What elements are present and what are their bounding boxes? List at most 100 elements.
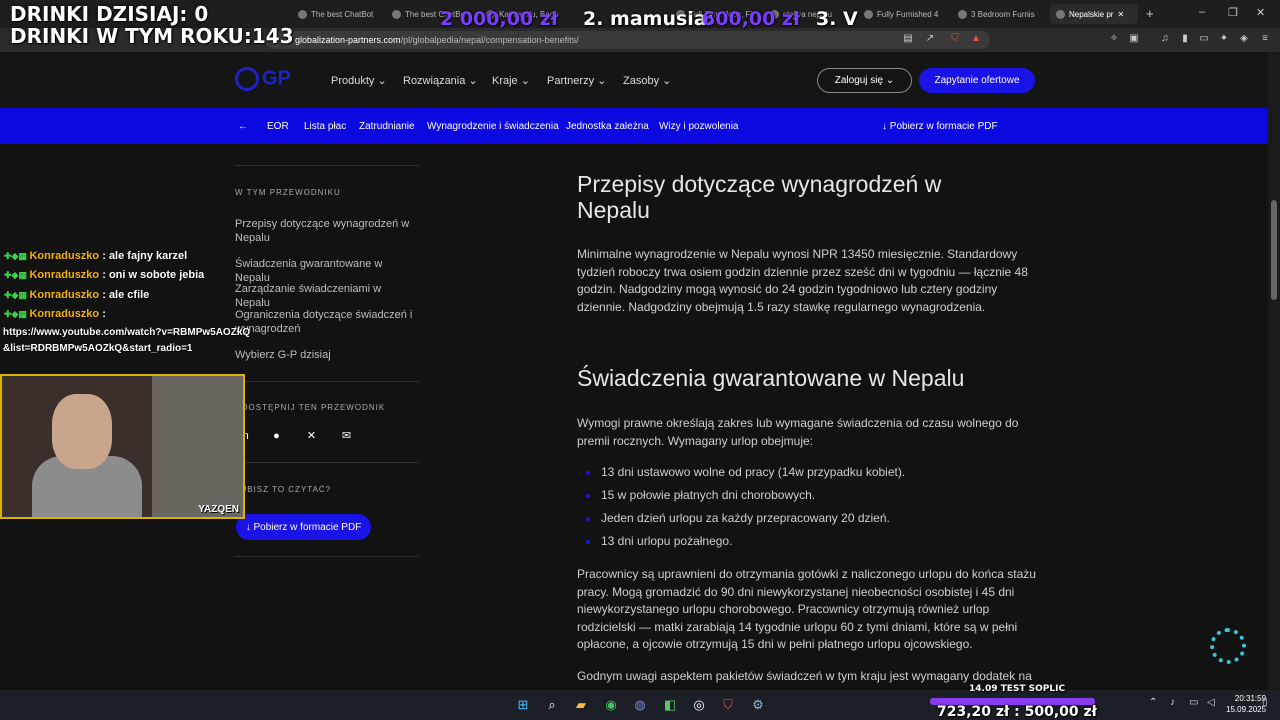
sidebar-pdf-button[interactable]: ↓ Pobierz w formacie PDF (236, 514, 371, 540)
tray-chevron-up-icon[interactable]: ⌃ (1149, 697, 1157, 708)
subnav-item-eor[interactable]: EOR (267, 121, 289, 132)
chat-message: ✚◆▦ Konraduszko : oni w sobote jebia (4, 269, 205, 281)
notification-icon[interactable]: ▯ (1262, 697, 1268, 708)
site-logo[interactable]: GP (235, 67, 291, 91)
extension-icon[interactable]: ✧ (1108, 33, 1120, 45)
leo-icon[interactable]: ✦ (1218, 33, 1230, 45)
app-icon[interactable]: ◧ (661, 696, 679, 714)
maximize-icon[interactable]: ❐ (1228, 6, 1238, 19)
chevron-down-icon: ⌄ (885, 75, 895, 86)
chevron-down-icon: ⌄ (597, 75, 607, 87)
favicon-icon (958, 9, 967, 19)
address-bar[interactable]: globalization-partners.com/pl/globalpedi… (265, 31, 990, 49)
tab[interactable]: The best ChatBot (298, 4, 383, 24)
bullet-icon (586, 517, 590, 521)
divider (235, 556, 419, 557)
discord-icon[interactable]: ◍ (631, 696, 649, 714)
chat-message: ✚◆▦ Konraduszko : (4, 308, 106, 320)
music-icon[interactable]: ♫ (1159, 33, 1171, 45)
chevron-down-icon: ⌄ (377, 75, 387, 87)
share-icon[interactable]: ↗ (924, 33, 936, 45)
whatsapp-icon[interactable]: ◉ (602, 696, 620, 714)
section-title-benefits: Świadczenia gwarantowane w Nepalu (577, 365, 965, 391)
tab[interactable]: Fully Furnished 4 (864, 4, 944, 24)
quote-button[interactable]: Zapytanie ofertowe (919, 68, 1035, 93)
subnav-item-subsidiary[interactable]: Jednostka zależna (566, 121, 649, 132)
screenshot-icon[interactable]: ▣ (1128, 33, 1140, 45)
chat-url-message: https://www.youtube.com/watch?v=RBMPw5AO… (3, 327, 251, 354)
close-window-icon[interactable]: ✕ (1256, 6, 1265, 19)
chat-message: ✚◆▦ Konraduszko : ale fajny karzel (4, 250, 188, 262)
download-pdf-link[interactable]: ↓ Pobierz w formacie PDF (882, 121, 998, 132)
favicon-icon (864, 9, 873, 19)
obs-icon[interactable]: ◎ (690, 696, 708, 714)
sidebar-link-wage-rules[interactable]: Przepisy dotyczące wynagrodzeń w Nepalu (235, 217, 415, 245)
volume-icon[interactable]: ◁ (1207, 697, 1215, 708)
section-title-wage-rules: Przepisy dotyczące wynagrodzeń w Nepalu (577, 171, 942, 223)
sidebar-link-restrictions[interactable]: Ograniczenia dotyczące świadczeń i wynag… (235, 308, 415, 336)
sidebar-icon[interactable]: ▮ (1179, 33, 1191, 45)
subnav-item-compensation[interactable]: Wynagrodzenie i świadczenia (427, 121, 559, 132)
sidebar-link-benefits-management[interactable]: Zarządzanie świadczeniami w Nepalu (235, 282, 415, 310)
donation-top-amount: 2 000,00 zł (440, 8, 558, 30)
scrollbar-track[interactable] (1268, 52, 1280, 690)
sidebar-link-choose-gp[interactable]: Wybierz G-P dzisiaj (235, 348, 415, 362)
drinks-year: DRINKI W TYM ROKU:143 (10, 24, 294, 48)
microphone-icon[interactable]: ♪ (1170, 697, 1175, 708)
tab[interactable]: 3 Bedroom Furnis (958, 4, 1043, 24)
menu-resources[interactable]: Zasoby ⌄ (623, 74, 671, 87)
new-tab-button[interactable]: + (1146, 6, 1154, 21)
menu-products[interactable]: Produkty ⌄ (331, 74, 387, 87)
display-icon[interactable]: ▭ (1189, 697, 1198, 708)
chat-badges-icon: ✚◆▦ (4, 270, 30, 280)
clock-time: 20:31:59 (1234, 694, 1267, 703)
login-button[interactable]: Zaloguj się ⌄ (817, 68, 912, 93)
url-domain: globalization-partners.com (295, 35, 401, 45)
minimize-icon[interactable]: – (1199, 6, 1205, 18)
facebook-icon[interactable]: ● (270, 430, 283, 443)
email-icon[interactable]: ✉ (340, 430, 353, 443)
brave-browser-icon[interactable]: ⛉ (719, 696, 737, 714)
guide-heading: W TYM PRZEWODNIKU (235, 188, 341, 197)
x-twitter-icon[interactable]: ✕ (305, 430, 318, 443)
favicon-icon (1056, 9, 1065, 19)
reader-icon[interactable]: ▤ (902, 33, 914, 45)
menu-solutions[interactable]: Rozwiązania ⌄ (403, 74, 478, 87)
sidebar-link-benefits[interactable]: Świadczenia gwarantowane w Nepalu (235, 257, 415, 285)
search-icon[interactable]: ⌕ (543, 696, 561, 714)
chat-badges-icon: ✚◆▦ (4, 309, 30, 319)
brave-rewards-icon[interactable]: ▲ (970, 33, 982, 45)
menu-icon[interactable]: ≡ (1259, 33, 1271, 45)
wallet-icon[interactable]: ▭ (1198, 33, 1210, 45)
tab-active[interactable]: Nepalskie pr ✕ (1050, 4, 1138, 24)
webcam-person-face (52, 394, 112, 469)
drinks-today: DRINKI DZISIAJ: 0 (10, 2, 209, 26)
webcam-feed: YAZQEN (0, 374, 245, 519)
back-arrow-icon[interactable]: ← (238, 121, 248, 132)
favicon-icon (392, 9, 401, 19)
windows-start-icon[interactable]: ⊞ (514, 696, 532, 714)
subnav-item-hiring[interactable]: Zatrudnianie (359, 121, 415, 132)
list-item: 15 w połowie płatnych dni chorobowych. (601, 488, 816, 502)
menu-countries[interactable]: Kraje ⌄ (492, 74, 530, 87)
bullet-icon (586, 471, 590, 475)
goal-value: 723,20 zł : 500,00 zł (937, 704, 1097, 720)
divider (235, 165, 419, 166)
subnav-item-visas[interactable]: Wizy i pozwolenia (659, 121, 738, 132)
list-item: Jeden dzień urlopu za każdy przepracowan… (601, 511, 890, 525)
menu-partners[interactable]: Partnerzy ⌄ (547, 74, 606, 87)
vpn-icon[interactable]: ◈ (1238, 33, 1250, 45)
close-tab-icon[interactable]: ✕ (1117, 10, 1124, 19)
list-item: 13 dni urlopu pożałnego. (601, 534, 733, 548)
scrollbar-thumb[interactable] (1271, 200, 1277, 300)
like-heading: LUBISZ TO CZYTAĆ? (235, 485, 332, 494)
subnav-item-payroll[interactable]: Lista płac (304, 121, 346, 132)
divider (235, 462, 419, 463)
taskbar-clock[interactable]: 20:31:59 15.09.2025 (1226, 693, 1266, 715)
brave-shield-icon[interactable]: ⛉ (949, 33, 961, 45)
donation-third-label: 3. V (816, 8, 858, 30)
file-explorer-icon[interactable]: ▰ (572, 696, 590, 714)
share-heading: UDOSTĘPNIJ TEN PRZEWODNIK (235, 403, 386, 412)
divider (235, 381, 419, 382)
steam-icon[interactable]: ⚙ (749, 696, 767, 714)
